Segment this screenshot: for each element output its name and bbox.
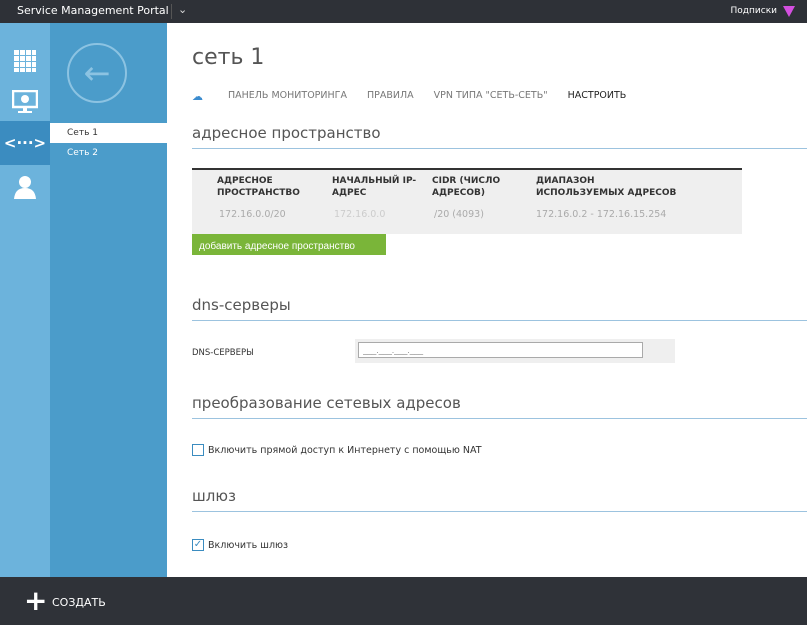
arrow-left-icon: ← [83, 54, 111, 92]
filter-icon[interactable] [783, 6, 795, 17]
nat-checkbox-label: Включить прямой доступ к Интернету с пом… [208, 445, 482, 456]
page-title: сеть 1 [192, 45, 265, 70]
table-cell: 172.16.0.0 [334, 209, 386, 220]
dns-server-input[interactable] [358, 342, 643, 358]
chevron-down-icon[interactable]: ⌄ [178, 3, 187, 16]
top-bar: Service Management Portal ⌄ Подписки [0, 0, 807, 23]
gateway-checkbox[interactable]: ✓ [192, 539, 204, 551]
back-button[interactable]: ← [67, 43, 127, 103]
checkmark-icon: ✓ [193, 539, 203, 550]
dns-label: DNS-СЕРВЕРЫ [192, 348, 254, 358]
tab-configure[interactable]: НАСТРОИТЬ [568, 90, 627, 101]
cloud-icon: ☁ [192, 90, 203, 103]
table-cell: /20 (4093) [434, 209, 484, 220]
app-title: Service Management Portal [17, 4, 169, 17]
add-address-space-button[interactable]: добавить адресное пространство [192, 234, 386, 255]
nav-item-network-2[interactable]: Сеть 2 [50, 143, 167, 163]
section-heading-gateway: шлюз [192, 487, 807, 512]
section-heading-nat: преобразование сетевых адресов [192, 394, 807, 419]
bottom-bar: + СОЗДАТЬ [0, 577, 807, 625]
create-button[interactable]: СОЗДАТЬ [52, 596, 106, 609]
tab-rules[interactable]: ПРАВИЛА [367, 90, 414, 101]
rail-item-networks[interactable]: <···> [0, 121, 50, 165]
nav-item-network-1[interactable]: Сеть 1 [50, 123, 167, 143]
user-icon [14, 176, 36, 199]
section-heading-address-space: адресное пространство [192, 124, 807, 149]
table-cell: 172.16.0.2 - 172.16.15.254 [536, 209, 667, 220]
column-header: ДИАПАЗОН ИСПОЛЬЗУЕМЫХ АДРЕСОВ [536, 176, 677, 198]
rail-item-users[interactable] [0, 165, 50, 209]
column-header: АДРЕСНОЕ ПРОСТРАНСТВО [217, 176, 300, 198]
dns-field-container [355, 339, 675, 363]
tab-dashboard[interactable]: ПАНЕЛЬ МОНИТОРИНГА [228, 90, 347, 101]
column-header: CIDR (ЧИСЛО АДРЕСОВ) [432, 176, 501, 198]
grid-icon [14, 50, 36, 72]
virtual-machine-icon [12, 90, 38, 113]
network-list-panel: ← Сеть 1 Сеть 2 [50, 23, 167, 577]
icon-rail: <···> [0, 23, 50, 577]
address-space-table: АДРЕСНОЕ ПРОСТРАНСТВО НАЧАЛЬНЫЙ IP-АДРЕС… [192, 168, 742, 234]
rail-item-all[interactable] [0, 39, 50, 83]
nat-checkbox[interactable] [192, 444, 204, 456]
rail-item-vms[interactable] [0, 80, 50, 124]
network-icon: <···> [3, 134, 47, 152]
gateway-checkbox-label: Включить шлюз [208, 540, 289, 551]
divider [171, 4, 172, 19]
column-header: НАЧАЛЬНЫЙ IP-АДРЕС [332, 176, 417, 198]
subscriptions-link[interactable]: Подписки [731, 6, 777, 16]
plus-icon[interactable]: + [24, 587, 47, 615]
tab-site-to-site-vpn[interactable]: VPN ТИПА "СЕТЬ-СЕТЬ" [434, 90, 548, 101]
section-heading-dns: dns-серверы [192, 296, 807, 321]
tabs: ☁ ПАНЕЛЬ МОНИТОРИНГА ПРАВИЛА VPN ТИПА "С… [192, 90, 627, 103]
table-cell: 172.16.0.0/20 [219, 209, 286, 220]
